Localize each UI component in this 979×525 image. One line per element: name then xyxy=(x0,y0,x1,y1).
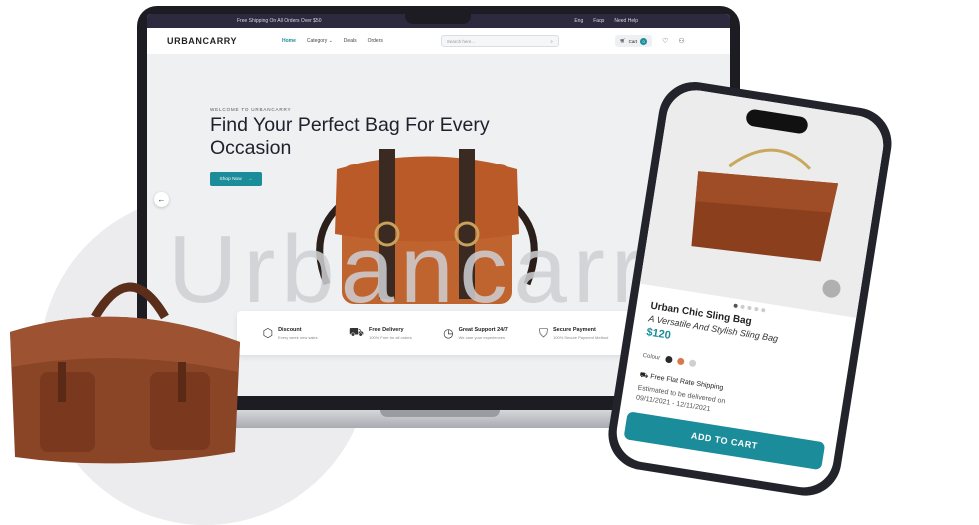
pagination-dot[interactable] xyxy=(746,305,752,311)
color-swatch-black[interactable] xyxy=(664,355,673,364)
laptop-groove xyxy=(380,410,500,417)
phone-mockup: Urban Chic Sling Bag A Versatile And Sty… xyxy=(603,76,961,501)
cart-icon: 🛒︎ xyxy=(619,38,626,43)
search-input[interactable]: Search here... ⌕ xyxy=(440,35,559,47)
heart-icon[interactable]: ♡ xyxy=(662,37,668,45)
color-label: Colour xyxy=(642,352,661,362)
carousel-prev-button[interactable]: ← xyxy=(154,192,169,207)
arrow-left-icon: ← xyxy=(157,195,166,204)
faqs-link[interactable]: Faqs xyxy=(593,18,604,24)
cart-label: Cart xyxy=(628,38,638,44)
color-swatch-gray[interactable] xyxy=(688,359,697,368)
pagination-dot[interactable] xyxy=(760,307,766,313)
pagination-dot[interactable] xyxy=(739,304,745,310)
promo-text: Free Shipping On All Orders Over $50 xyxy=(237,18,322,24)
cart-button[interactable]: 🛒︎ Cart 0 xyxy=(614,35,653,47)
search-placeholder: Search here... xyxy=(446,38,476,44)
help-link[interactable]: Need Help xyxy=(614,18,638,24)
color-swatch-orange[interactable] xyxy=(676,357,685,366)
cart-count-badge: 0 xyxy=(640,37,648,45)
feature-title: Discount xyxy=(278,326,302,333)
shop-now-label: Shop Now xyxy=(219,176,242,182)
nav-links: Home Category ⌄ Deals Orders xyxy=(282,38,383,44)
box-icon: ⬡ xyxy=(262,326,274,340)
nav-category[interactable]: Category ⌄ xyxy=(307,38,333,44)
search-icon[interactable]: ⌕ xyxy=(550,39,553,44)
laptop-camera-notch xyxy=(405,6,471,24)
chevron-down-icon: ⌄ xyxy=(328,38,333,44)
nav-home[interactable]: Home xyxy=(282,38,296,44)
language-selector[interactable]: Eng xyxy=(574,18,583,24)
main-navbar: URBANCARRY Home Category ⌄ Deals Orders … xyxy=(147,28,730,55)
site-logo[interactable]: URBANCARRY xyxy=(167,36,282,46)
duffel-bag-image xyxy=(10,282,240,464)
feature-title: Great Support 24/7 xyxy=(458,326,508,333)
truck-icon: ⛟ xyxy=(348,325,364,339)
feature-discount: ⬡ Discount Every week new sales xyxy=(263,326,318,340)
feature-title: Free Delivery xyxy=(368,326,404,333)
feature-subtitle: We care your experiences xyxy=(458,334,505,340)
nav-category-label: Category xyxy=(306,38,328,44)
pagination-dot[interactable] xyxy=(753,306,759,312)
feature-subtitle: Every week new sales xyxy=(278,334,318,340)
feature-payment: ⛉ Secure Payment 100% Secure Payment Meth… xyxy=(539,326,608,341)
feature-delivery: ⛟ Free Delivery 100% Free for all orders xyxy=(349,325,412,341)
nav-deals[interactable]: Deals xyxy=(344,38,357,44)
feature-support: ◷ Great Support 24/7 We care your experie… xyxy=(443,326,508,340)
truck-icon: ⛟ xyxy=(639,371,649,380)
shield-icon: ⛉ xyxy=(539,325,549,340)
arrow-right-icon: → xyxy=(247,176,253,182)
user-icon[interactable]: ⚇ xyxy=(678,37,684,45)
support-icon: ◷ xyxy=(443,326,454,340)
nav-orders[interactable]: Orders xyxy=(368,38,383,44)
hero-eyebrow: WELCOME TO URBANCARRY xyxy=(210,107,292,112)
shop-now-button[interactable]: Shop Now → xyxy=(210,172,262,186)
pagination-dot[interactable] xyxy=(732,303,738,309)
feature-subtitle: 100% Free for all orders xyxy=(368,334,412,340)
feature-subtitle: 100% Secure Payment Method xyxy=(553,334,609,340)
feature-title: Secure Payment xyxy=(553,326,596,333)
